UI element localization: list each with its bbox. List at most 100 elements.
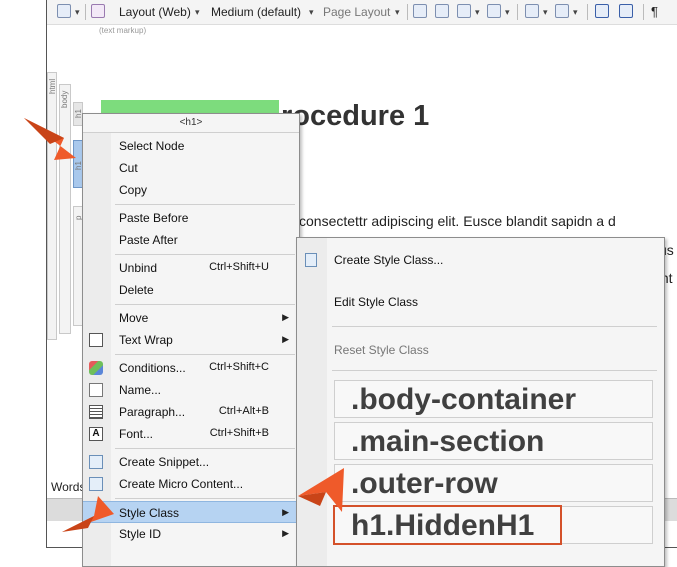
micro-content-icon — [89, 477, 103, 491]
callout-arrow-icon — [62, 496, 114, 532]
page-icon[interactable] — [413, 4, 427, 18]
layout-dropdown[interactable]: Layout (Web) — [119, 3, 191, 21]
callout-arrow-icon — [298, 468, 344, 512]
menu-item-unbind[interactable]: Unbind Ctrl+Shift+U — [83, 257, 299, 279]
menu-item-delete[interactable]: Delete — [83, 279, 299, 301]
chevron-down-icon[interactable]: ▾ — [75, 3, 80, 21]
create-style-class-icon — [305, 253, 317, 267]
chevron-down-icon[interactable]: ▾ — [573, 3, 578, 21]
menu-separator — [332, 370, 657, 371]
menu-item-reset-style-class[interactable]: Reset Style Class — [297, 338, 664, 362]
menu-item-label: Create Micro Content... — [119, 477, 244, 491]
submenu-arrow-icon: ▶ — [282, 334, 289, 344]
menu-item-label: Reset Style Class — [334, 343, 429, 357]
selection-outline — [333, 505, 562, 545]
menu-separator — [115, 448, 295, 449]
menu-item-label: Paste Before — [119, 211, 189, 225]
menu-item-label: Copy — [119, 183, 148, 197]
font-icon: A — [89, 427, 103, 441]
menu-item-move[interactable]: Move ▶ — [83, 307, 299, 329]
menu-separator — [115, 204, 295, 205]
menu-item-cut[interactable]: Cut — [83, 157, 299, 179]
toolbar-separator — [85, 4, 86, 20]
menu-item-label: Edit Style Class — [334, 295, 419, 309]
tag-icon[interactable] — [91, 4, 105, 18]
menu-item-shortcut: Ctrl+Shift+B — [209, 427, 269, 439]
menu-item-label: Text Wrap — [119, 333, 173, 347]
menu-item-label: Create Style Class... — [334, 253, 444, 267]
snippet-icon — [89, 455, 103, 469]
chevron-down-icon[interactable]: ▾ — [195, 3, 200, 21]
menu-item-label: Select Node — [119, 139, 185, 153]
magnifier-icon[interactable] — [57, 4, 71, 18]
chevron-down-icon[interactable]: ▾ — [543, 3, 548, 21]
style-class-label: .main-section — [351, 425, 545, 458]
chevron-down-icon[interactable]: ▾ — [309, 3, 314, 21]
heading-text[interactable]: rocedure 1 — [281, 100, 429, 133]
toolbar-separator — [517, 4, 518, 20]
menu-item-label: Paragraph... — [119, 405, 186, 419]
menu-item-label: Delete — [119, 283, 154, 297]
formula-icon[interactable] — [525, 4, 539, 18]
image-icon[interactable] — [457, 4, 471, 18]
menu-item-text-wrap[interactable]: Text Wrap ▶ — [83, 329, 299, 351]
structure-bar-body-label: body — [60, 90, 69, 108]
page-layout-dropdown[interactable]: Page Layout — [323, 3, 390, 21]
pilcrow-icon[interactable]: ¶ — [651, 3, 658, 21]
menu-separator — [115, 304, 295, 305]
structure-bar-html-label: html — [48, 78, 57, 94]
chevron-down-icon[interactable]: ▾ — [505, 3, 510, 21]
menu-item-name[interactable]: Name... — [83, 379, 299, 401]
context-menu-title: <h1> — [83, 114, 299, 133]
menu-item-copy[interactable]: Copy — [83, 179, 299, 201]
medium-dropdown[interactable]: Medium (default) — [211, 3, 301, 21]
menu-item-label: Conditions... — [119, 361, 186, 375]
menu-item-label: Paste After — [119, 233, 178, 247]
menu-item-create-style-class[interactable]: Create Style Class... — [297, 248, 664, 272]
submenu-arrow-icon: ▶ — [282, 528, 289, 538]
menu-item-conditions[interactable]: Conditions... Ctrl+Shift+C — [83, 357, 299, 379]
menu-item-create-snippet[interactable]: Create Snippet... — [83, 451, 299, 473]
menu-item-paste-before[interactable]: Paste Before — [83, 207, 299, 229]
page-icon[interactable] — [435, 4, 449, 18]
menu-item-label: Name... — [119, 383, 162, 397]
name-icon — [89, 383, 103, 397]
menu-item-paragraph[interactable]: Paragraph... Ctrl+Alt+B — [83, 401, 299, 423]
style-class-label: .body-container — [351, 383, 577, 416]
toolbar-separator — [407, 4, 408, 20]
chevron-down-icon[interactable]: ▾ — [395, 3, 400, 21]
menu-item-label: Unbind — [119, 261, 158, 275]
link-icon[interactable] — [487, 4, 501, 18]
style-class-option-main-section[interactable]: .main-section — [334, 422, 653, 460]
paragraph-icon — [89, 405, 103, 419]
menu-separator — [332, 326, 657, 327]
menu-item-paste-after[interactable]: Paste After — [83, 229, 299, 251]
text-markup-hint: (text markup) — [99, 26, 147, 35]
menu-separator — [115, 254, 295, 255]
menu-item-label: Style Class — [119, 506, 180, 520]
style-class-option-body-container[interactable]: .body-container — [334, 380, 653, 418]
submenu-arrow-icon: ▶ — [282, 312, 289, 322]
menu-item-edit-style-class[interactable]: Edit Style Class — [297, 290, 664, 314]
menu-item-label: Font... — [119, 427, 154, 441]
menu-item-font[interactable]: A Font... Ctrl+Shift+B — [83, 423, 299, 445]
menu-item-label: Style ID — [119, 527, 162, 541]
menu-separator — [115, 354, 295, 355]
style-class-option-outer-row[interactable]: .outer-row — [334, 464, 653, 502]
text-wrap-icon — [89, 333, 103, 347]
chevron-down-icon[interactable]: ▾ — [475, 3, 480, 21]
body-paragraph-line-1[interactable]: consectettr adipiscing elit. Eusce bland… — [299, 213, 616, 229]
variable-icon[interactable] — [595, 4, 609, 18]
menu-item-shortcut: Ctrl+Shift+U — [209, 261, 269, 273]
menu-item-shortcut: Ctrl+Shift+C — [209, 361, 269, 373]
menu-item-label: Create Snippet... — [119, 455, 210, 469]
menu-separator — [115, 498, 295, 499]
toolbar-separator — [643, 4, 644, 20]
toolbar-separator — [587, 4, 588, 20]
menu-item-select-node[interactable]: Select Node — [83, 135, 299, 157]
text-icon[interactable] — [555, 4, 569, 18]
style-class-label: .outer-row — [351, 467, 498, 500]
concept-icon[interactable] — [619, 4, 633, 18]
submenu-arrow-icon: ▶ — [282, 507, 289, 517]
menu-item-label: Move — [119, 311, 149, 325]
